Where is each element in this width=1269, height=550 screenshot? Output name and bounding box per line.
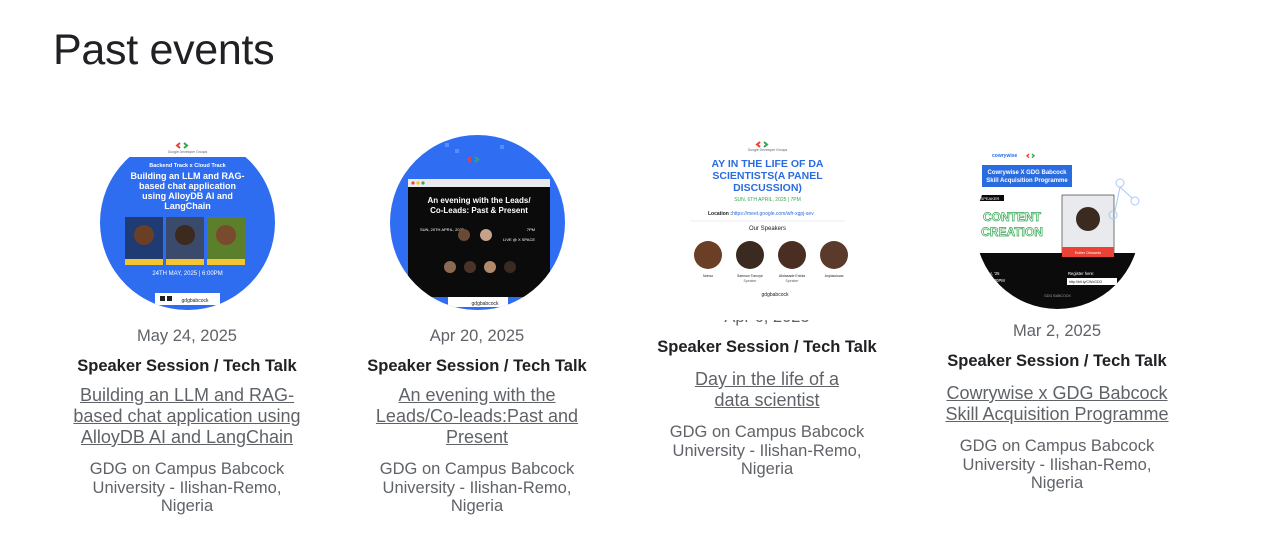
event-title-link[interactable]: Day in the life of a data scientist [647,369,887,411]
event-title-link[interactable]: Building an LLM and RAG-based chat appli… [67,385,307,448]
event-thumbnail[interactable]: CONTENT CREATION SPEAKER Esther Omowolo … [969,135,1145,320]
event-chapter: GDG on Campus Babcock University - Ilish… [379,460,575,515]
svg-text:Speaker: Speaker [743,279,757,283]
thumb-brand: cowrywise [992,153,1018,159]
section-title: Past events [53,26,275,74]
thumb-org: Google Developer Groups [167,150,207,154]
thumb-register-url: http://bit.ly/CWxGDG [1069,280,1103,284]
event-chapter: GDG on Campus Babcock University - Ilish… [89,460,285,515]
thumb-location-label: Location : [708,211,732,217]
svg-text:based chat application: based chat application [138,181,235,191]
thumb-handle: gdgbabcock [761,292,788,298]
thumb-date: 1st Mar, '25 [978,271,1000,276]
event-type: Speaker Session / Tech Talk [657,338,877,356]
thumb-time: 7PM - 9:30PM [978,278,1005,283]
svg-text:Afolasade Eniola: Afolasade Eniola [778,274,804,278]
thumb-venue: LIVE @ X SPACE [503,237,535,242]
thumb-footer: GDG BABCOCK [1044,294,1071,298]
event-thumbnail[interactable]: Google Developer Groups Backend Track x … [99,135,275,310]
event-card[interactable]: Google Developer Groups Backend Track x … [67,135,307,516]
event-date: Apr 20, 2025 [429,327,525,345]
thumb-topic: CONTENT [983,210,1042,224]
svg-text:Anjolaoluwa: Anjolaoluwa [824,274,843,278]
event-chapter: GDG on Campus Babcock University - Ilish… [669,423,865,478]
thumb-handle: gdgbabcock [181,298,208,304]
thumb-date: SUN, 20TH APRIL, 2025 [420,227,465,232]
thumb-handle: gdgbabcock [471,301,498,307]
event-chapter: GDG on Campus Babcock University - Ilish… [959,437,1155,492]
thumb-register-label: Register here: [1068,271,1094,276]
event-thumbnail[interactable]: An evening with the Leads/ Co-Leads: Pas… [389,135,565,310]
event-thumbnail[interactable]: Google Developer Groups AY IN THE LIFE O… [679,135,855,320]
svg-text:Co-Leads: Past & Present: Co-Leads: Past & Present [430,206,528,215]
event-date: May 24, 2025 [137,327,237,345]
event-card[interactable]: Google Developer Groups AY IN THE LIFE O… [647,135,887,479]
thumb-date: SUN, 6TH APRIL, 2025 | 7PM [734,197,801,203]
svg-text:Nonso: Nonso [702,274,712,278]
event-title-link[interactable]: An evening with the Leads/Co-leads:Past … [357,385,597,448]
event-card[interactable]: An evening with the Leads/ Co-Leads: Pas… [357,135,597,516]
thumb-track: Backend Track x Cloud Track [149,163,226,169]
thumb-headline: Building an LLM and RAG- [130,171,244,181]
event-type: Speaker Session / Tech Talk [367,357,587,375]
svg-text:Samson Tomoye: Samson Tomoye [736,274,762,278]
event-card[interactable]: CONTENT CREATION SPEAKER Esther Omowolo … [937,135,1177,493]
thumb-date: 24TH MAY, 2025 | 6:00PM [152,271,222,277]
svg-text:CREATION: CREATION [981,225,1043,239]
thumb-location-url: https://meet.google.com/wfr-xgpj-sev [732,211,814,217]
thumb-speaker-name: Esther Omowolo [1074,251,1101,255]
svg-text:SCIENTISTS(A PANEL: SCIENTISTS(A PANEL [712,170,823,182]
svg-text:Skill Acquisition Programme: Skill Acquisition Programme [986,178,1068,184]
thumb-headline: An evening with the Leads/ [427,196,531,205]
thumb-org: Google Developer Groups [747,148,787,152]
thumb-speaker-tag: SPEAKER [980,196,999,201]
event-type: Speaker Session / Tech Talk [947,352,1167,370]
svg-text:Speaker: Speaker [785,279,799,283]
svg-text:using AlloyDB AI and: using AlloyDB AI and [142,191,233,201]
thumb-headline: Cowrywise X GDG Babcock [987,170,1067,176]
event-type: Speaker Session / Tech Talk [77,357,297,375]
svg-text:DISCUSSION): DISCUSSION) [733,182,802,194]
event-date: Mar 2, 2025 [1012,322,1102,340]
thumb-time: 7PM [526,227,534,232]
svg-text:LangChain: LangChain [164,201,211,211]
thumb-speakers-label: Our Speakers [748,226,785,232]
thumb-headline: AY IN THE LIFE OF DA [711,158,823,170]
event-title-link[interactable]: Cowrywise x GDG Babcock Skill Acquisitio… [937,383,1177,425]
